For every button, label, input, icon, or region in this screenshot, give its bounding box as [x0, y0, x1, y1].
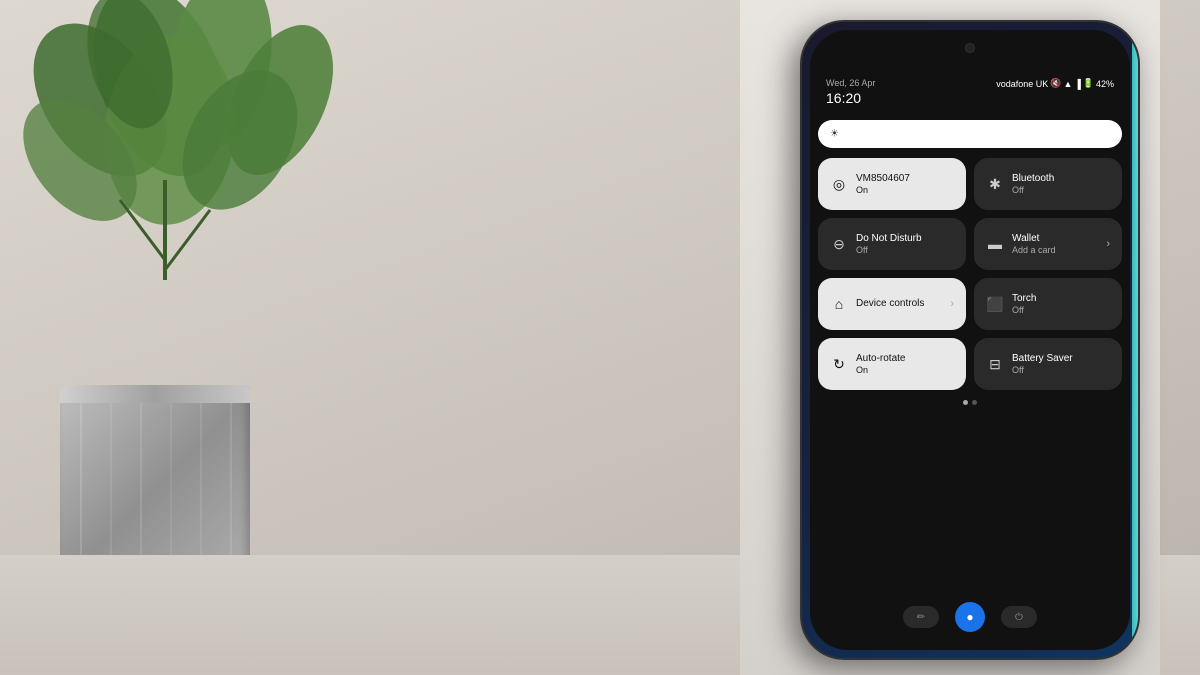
- home-button[interactable]: ●: [955, 602, 985, 632]
- tile-device-controls[interactable]: ⌂ Device controls ›: [818, 278, 966, 330]
- recents-button[interactable]: ⏻: [1001, 606, 1037, 628]
- auto-rotate-icon: ↻: [830, 356, 848, 373]
- auto-rotate-text: Auto-rotateOn: [856, 353, 954, 375]
- torch-label: Torch: [1012, 293, 1110, 305]
- bluetooth-text: BluetoothOff: [1012, 173, 1110, 195]
- tile-do-not-disturb[interactable]: ⊖ Do Not DisturbOff: [818, 218, 966, 270]
- wifi-label: VM8504607: [856, 173, 954, 185]
- device-controls-text: Device controls: [856, 298, 942, 310]
- recents-icon: ⏻: [1015, 612, 1023, 623]
- bluetooth-icon: ✱: [986, 176, 1004, 193]
- wifi-icon: ◎: [830, 176, 848, 193]
- wifi-sublabel: On: [856, 185, 954, 195]
- wifi-text: VM8504607On: [856, 173, 954, 195]
- qs-status-info: vodafone UK 🔇 ▲ ▐ 🔋 42%: [996, 78, 1114, 89]
- battery-saver-label: Battery Saver: [1012, 353, 1110, 365]
- battery-saver-text: Battery SaverOff: [1012, 353, 1110, 375]
- bluetooth-sublabel: Off: [1012, 185, 1110, 195]
- torch-icon: ⬛: [986, 296, 1004, 313]
- device-controls-arrow: ›: [950, 298, 954, 310]
- tile-wifi[interactable]: ◎ VM8504607On: [818, 158, 966, 210]
- scene: Wed, 26 Apr 16:20 vodafone UK 🔇 ▲ ▐ 🔋 42…: [0, 0, 1200, 675]
- pagination-dot-2: [972, 400, 977, 405]
- do-not-disturb-icon: ⊖: [830, 236, 848, 253]
- qs-date: Wed, 26 Apr: [826, 78, 875, 88]
- back-icon: ✏: [917, 612, 925, 623]
- bottom-navigation: ✏ ● ⏻: [810, 594, 1130, 640]
- wallet-sublabel: Add a card: [1012, 245, 1098, 255]
- wallet-arrow: ›: [1106, 238, 1110, 250]
- auto-rotate-sublabel: On: [856, 365, 954, 375]
- pagination-dot-1: [963, 400, 968, 405]
- tile-bluetooth[interactable]: ✱ BluetoothOff: [974, 158, 1122, 210]
- qs-header: Wed, 26 Apr 16:20 vodafone UK 🔇 ▲ ▐ 🔋 42…: [818, 74, 1122, 114]
- qs-datetime: Wed, 26 Apr 16:20: [826, 78, 875, 106]
- phone-screen: Wed, 26 Apr 16:20 vodafone UK 🔇 ▲ ▐ 🔋 42…: [810, 30, 1130, 650]
- carrier-name: vodafone UK: [996, 79, 1048, 89]
- brightness-slider[interactable]: ☀: [818, 120, 1122, 148]
- do-not-disturb-label: Do Not Disturb: [856, 233, 954, 245]
- wallet-text: WalletAdd a card: [1012, 233, 1098, 255]
- device-controls-icon: ⌂: [830, 296, 848, 312]
- back-button[interactable]: ✏: [903, 606, 939, 628]
- wallet-icon: ▬: [986, 236, 1004, 252]
- battery-saver-sublabel: Off: [1012, 365, 1110, 375]
- auto-rotate-label: Auto-rotate: [856, 353, 954, 365]
- home-icon: ●: [966, 610, 973, 624]
- pagination-dots: [818, 400, 1122, 405]
- front-camera: [965, 43, 975, 53]
- tile-torch[interactable]: ⬛ TorchOff: [974, 278, 1122, 330]
- phone-teal-edge: [1132, 22, 1138, 658]
- torch-text: TorchOff: [1012, 293, 1110, 315]
- torch-sublabel: Off: [1012, 305, 1110, 315]
- brightness-icon: ☀: [830, 129, 839, 140]
- battery-saver-icon: ⊟: [986, 356, 1004, 373]
- bluetooth-label: Bluetooth: [1012, 173, 1110, 185]
- wifi-icon: ▲: [1063, 79, 1072, 89]
- device-controls-label: Device controls: [856, 298, 942, 310]
- do-not-disturb-text: Do Not DisturbOff: [856, 233, 954, 255]
- qs-time: 16:20: [826, 90, 875, 106]
- wallet-label: Wallet: [1012, 233, 1098, 245]
- tile-battery-saver[interactable]: ⊟ Battery SaverOff: [974, 338, 1122, 390]
- camera-area: [810, 30, 1130, 66]
- battery-icon: 🔋: [1083, 78, 1094, 89]
- tile-auto-rotate[interactable]: ↻ Auto-rotateOn: [818, 338, 966, 390]
- quick-settings-grid: ◎VM8504607On✱BluetoothOff⊖Do Not Disturb…: [818, 154, 1122, 394]
- do-not-disturb-sublabel: Off: [856, 245, 954, 255]
- tile-wallet[interactable]: ▬ WalletAdd a card ›: [974, 218, 1122, 270]
- phone-device: Wed, 26 Apr 16:20 vodafone UK 🔇 ▲ ▐ 🔋 42…: [800, 20, 1140, 660]
- mute-icon: 🔇: [1050, 78, 1061, 89]
- quick-settings-panel: Wed, 26 Apr 16:20 vodafone UK 🔇 ▲ ▐ 🔋 42…: [810, 66, 1130, 650]
- battery-percent: 42%: [1096, 79, 1114, 89]
- signal-icon: ▐: [1074, 79, 1080, 89]
